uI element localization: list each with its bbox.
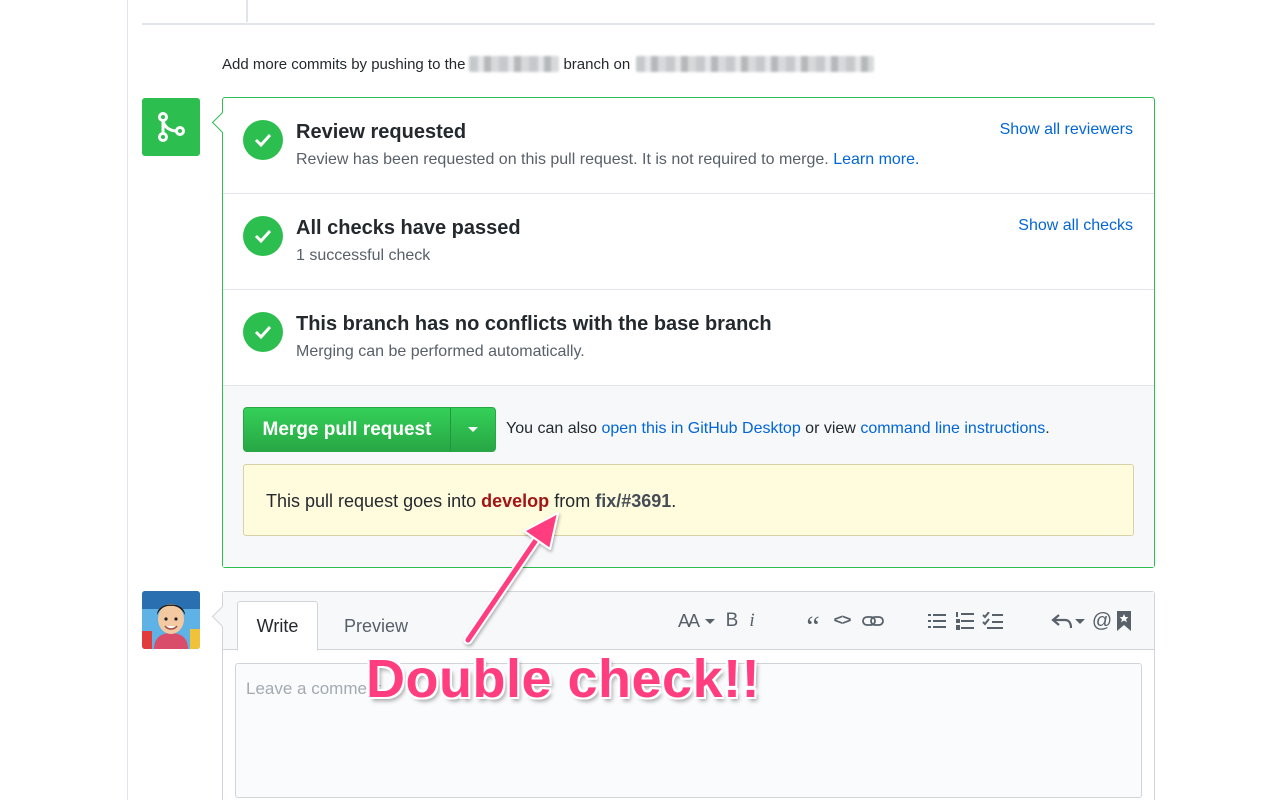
status-title: All checks have passed [296, 217, 521, 239]
italic-icon[interactable]: i [741, 608, 763, 634]
task-list-icon[interactable] [979, 608, 1007, 634]
show-all-checks-link[interactable]: Show all checks [1018, 217, 1133, 235]
tab-preview[interactable]: Preview [327, 601, 425, 651]
push-hint-middle: branch on [563, 56, 631, 73]
merge-method-dropdown[interactable] [451, 408, 495, 451]
code-icon[interactable]: <> [825, 608, 859, 634]
timeline-divider [142, 23, 1155, 25]
caret-down-icon [705, 618, 715, 624]
insert-toolbar: “ <> [801, 608, 887, 643]
merge-alt-middle: or view [805, 420, 856, 437]
branch-info-suffix: . [671, 491, 677, 511]
bookmark-icon[interactable] [1113, 608, 1135, 634]
caret-down-icon [468, 427, 478, 432]
redacted-repository-name [636, 56, 875, 72]
status-checks-passed: All checks have passed 1 successful chec… [223, 194, 1154, 290]
merge-alternatives: You can also open this in GitHub Desktop… [506, 420, 1050, 438]
merge-alt-suffix: . [1045, 420, 1050, 437]
status-description: 1 successful check [296, 247, 431, 264]
check-icon [243, 216, 283, 256]
branch-info-prefix: This pull request goes into [266, 491, 477, 511]
text-format-toolbar: AA B i [675, 608, 763, 634]
push-hint: Add more commits by pushing to the branch… [222, 56, 875, 73]
base-branch-name: develop [481, 491, 550, 511]
show-all-reviewers-link[interactable]: Show all reviewers [1000, 121, 1133, 139]
head-branch-name: fix/#3691 [595, 491, 672, 511]
learn-more-link[interactable]: Learn more. [833, 151, 919, 168]
timeline-tick [246, 0, 248, 22]
unordered-list-icon[interactable] [923, 608, 951, 634]
check-icon [243, 120, 283, 160]
tab-write[interactable]: Write [237, 601, 318, 651]
link-icon[interactable] [859, 608, 887, 634]
git-merge-icon [142, 98, 200, 156]
caret-down-icon [1075, 618, 1085, 624]
list-toolbar [923, 608, 1007, 634]
timeline-rule [127, 0, 128, 800]
annotation-callout: Double check!! [366, 649, 761, 709]
quote-icon[interactable]: “ [801, 608, 825, 643]
status-no-conflicts: This branch has no conflicts with the ba… [223, 290, 1154, 386]
command-line-instructions-link[interactable]: command line instructions [860, 420, 1045, 437]
extra-toolbar: @ [1049, 608, 1135, 634]
status-description: Merging can be performed automatically. [296, 343, 585, 360]
open-github-desktop-link[interactable]: open this in GitHub Desktop [602, 420, 801, 437]
avatar[interactable] [142, 591, 200, 649]
merge-button-group: Merge pull request [243, 407, 496, 452]
check-icon [243, 312, 283, 352]
status-title: Review requested [296, 121, 467, 143]
branch-info-flash: This pull request goes into develop from… [243, 464, 1134, 536]
merge-actions: Merge pull request You can also open thi… [223, 386, 1154, 567]
merge-status-box: Review requested Review has been request… [222, 97, 1155, 568]
push-hint-prefix: Add more commits by pushing to the [222, 56, 466, 73]
text-size-icon[interactable]: AA [675, 608, 701, 634]
status-title: This branch has no conflicts with the ba… [296, 313, 772, 335]
status-review-requested: Review requested Review has been request… [223, 98, 1154, 194]
mention-icon[interactable]: @ [1091, 608, 1113, 634]
branch-info-middle: from [554, 491, 591, 511]
bold-icon[interactable]: B [723, 608, 741, 634]
merge-alt-prefix: You can also [506, 420, 598, 437]
comment-header: Write Preview AA B i “ <> @ [223, 592, 1154, 651]
reply-icon[interactable] [1049, 608, 1075, 634]
status-description: Review has been requested on this pull r… [296, 151, 919, 169]
redacted-branch-name [469, 56, 560, 72]
status-description-text: Review has been requested on this pull r… [296, 151, 829, 168]
merge-pull-request-button[interactable]: Merge pull request [244, 408, 451, 451]
ordered-list-icon[interactable] [951, 608, 979, 634]
